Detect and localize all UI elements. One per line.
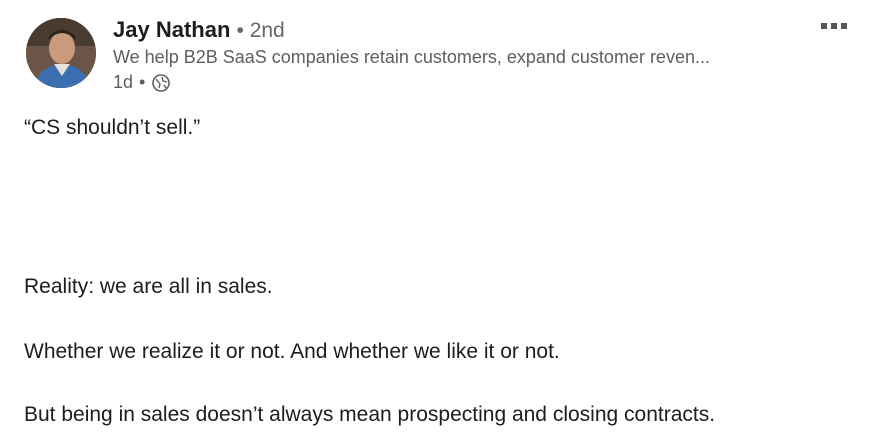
- meta-separator: •: [139, 72, 146, 92]
- post-paragraph: Whether we realize it or not. And whethe…: [24, 340, 560, 363]
- author-headline: We help B2B SaaS companies retain custom…: [113, 47, 710, 67]
- connection-degree: • 2nd: [236, 19, 285, 42]
- post-time: 1d: [113, 72, 134, 92]
- author-name-text[interactable]: Jay Nathan: [113, 17, 230, 42]
- more-options-button[interactable]: [814, 14, 854, 38]
- post-paragraph: But being in sales doesn’t always mean p…: [24, 403, 716, 426]
- post-meta: 1d •: [113, 72, 171, 93]
- more-dot: [821, 23, 827, 29]
- more-dot: [841, 23, 847, 29]
- more-dot: [831, 23, 837, 29]
- post-paragraph: Reality: we are all in sales.: [24, 275, 273, 298]
- globe-icon: [152, 73, 171, 92]
- post-paragraph: “CS shouldn’t sell.”: [24, 116, 201, 139]
- author-avatar[interactable]: [26, 18, 96, 88]
- avatar-photo: [26, 18, 96, 88]
- feed-post: Jay Nathan • 2nd We help B2B SaaS compan…: [0, 0, 876, 448]
- author-name[interactable]: Jay Nathan • 2nd: [113, 17, 285, 43]
